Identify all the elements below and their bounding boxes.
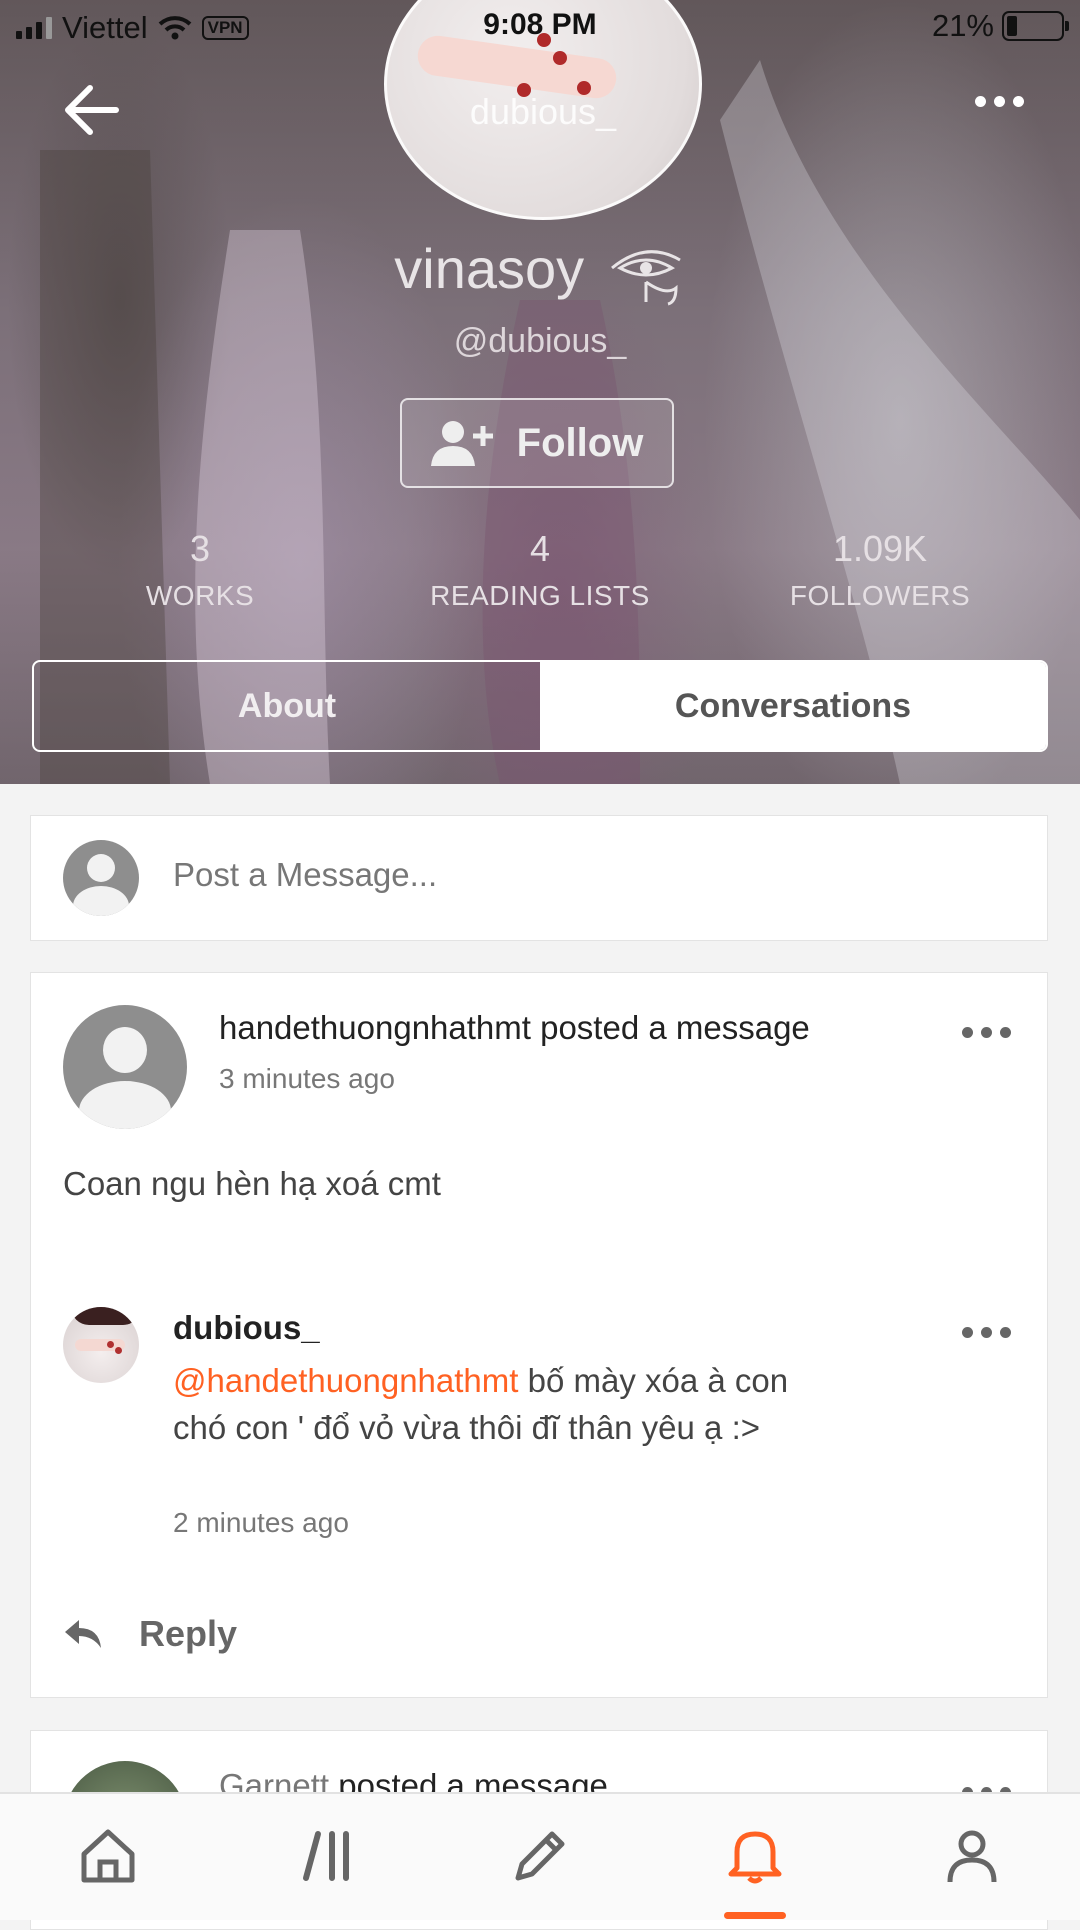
message-body: Coan ngu hèn hạ xoá cmt: [63, 1165, 441, 1202]
reply-timestamp: 2 minutes ago: [173, 1507, 349, 1538]
more-options-icon[interactable]: [975, 96, 1024, 107]
message-author-avatar[interactable]: [63, 1005, 187, 1129]
stat-reading-lists[interactable]: 4 READING LISTS: [410, 528, 670, 612]
message-composer[interactable]: Post a Message...: [30, 815, 1048, 941]
write-icon[interactable]: [470, 1814, 610, 1898]
stat-works[interactable]: 3 WORKS: [70, 528, 330, 612]
reply-more-icon[interactable]: [962, 1327, 1011, 1338]
tab-conversations[interactable]: Conversations: [540, 662, 1046, 750]
profile-stats: 3 WORKS 4 READING LISTS 1.09K FOLLOWERS: [0, 528, 1080, 628]
stat-reading-lists-label: READING LISTS: [430, 580, 650, 611]
reply-label: Reply: [139, 1613, 238, 1654]
post-message-input[interactable]: Post a Message...: [173, 856, 437, 894]
avatar-overlay-text: dubious_: [469, 91, 617, 132]
message-title[interactable]: handethuongnhathmt posted a message: [219, 1009, 810, 1047]
stat-followers[interactable]: 1.09K FOLLOWERS: [750, 528, 1010, 612]
display-name-text: vinasoy: [394, 237, 585, 300]
follow-button[interactable]: Follow: [400, 398, 674, 488]
message-more-icon[interactable]: [962, 1027, 1011, 1038]
stat-works-value: 3: [189, 528, 211, 569]
follow-label: Follow: [516, 420, 644, 465]
profile-tabs: About Conversations: [32, 660, 1048, 752]
eye-of-horus-icon: [610, 250, 681, 306]
reply-button[interactable]: Reply: [63, 1613, 237, 1655]
profile-display-name: vinasoy: [0, 236, 1080, 308]
bottom-navigation: [0, 1792, 1080, 1920]
reply-author-name[interactable]: dubious_: [173, 1309, 320, 1347]
library-icon[interactable]: [258, 1814, 398, 1898]
reply-mention-link[interactable]: @handethuongnhathmt: [173, 1362, 518, 1399]
message-card: handethuongnhathmt posted a message 3 mi…: [30, 972, 1048, 1698]
notifications-icon[interactable]: [685, 1814, 825, 1898]
battery-icon: [1002, 11, 1069, 41]
reply-arrow-icon: [65, 1620, 101, 1648]
reply-author-avatar[interactable]: [63, 1307, 139, 1383]
tab-about[interactable]: About: [34, 662, 540, 750]
message-timestamp: 3 minutes ago: [219, 1063, 395, 1094]
profile-icon[interactable]: [902, 1814, 1042, 1898]
stat-works-label: WORKS: [145, 580, 255, 611]
active-tab-indicator: [724, 1912, 786, 1919]
stat-followers-value: 1.09K: [832, 528, 928, 569]
status-bar: Viettel VPN 9:08 PM 21%: [0, 0, 1080, 54]
reply-body: @handethuongnhathmt bố mày xóa à con chó…: [173, 1357, 793, 1451]
profile-handle: @dubious_: [453, 322, 627, 360]
add-user-icon: [430, 421, 493, 466]
home-icon[interactable]: [38, 1814, 178, 1898]
battery-percent: 21%: [931, 8, 994, 43]
back-arrow-icon[interactable]: [60, 78, 124, 142]
stat-reading-lists-value: 4: [529, 528, 551, 569]
status-time: 9:08 PM: [483, 8, 597, 41]
current-user-avatar: [63, 840, 139, 916]
stat-followers-label: FOLLOWERS: [789, 580, 971, 611]
